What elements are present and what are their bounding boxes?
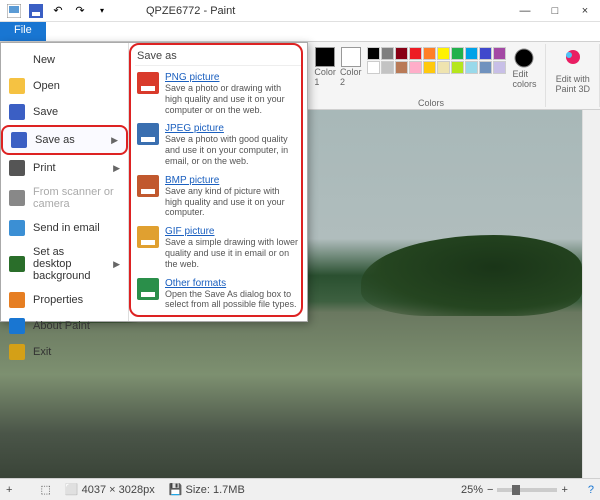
qat-dropdown-icon[interactable]: ▾	[92, 2, 112, 20]
saveas-png[interactable]: PNG pictureSave a photo or drawing with …	[135, 69, 301, 118]
palette-swatch[interactable]	[423, 47, 436, 60]
file-size: 💾 Size: 1.7MB	[169, 483, 245, 496]
saveas-jpeg[interactable]: JPEG pictureSave a photo with good quali…	[135, 120, 301, 169]
menu-item-set-as-desktop-background[interactable]: Set as desktop background▶	[1, 241, 128, 287]
maximize-button[interactable]: □	[540, 0, 570, 22]
menu-item-from-scanner-or-camera: From scanner or camera	[1, 181, 128, 215]
undo-icon[interactable]: ↶	[48, 2, 68, 20]
palette-swatch[interactable]	[493, 47, 506, 60]
colors-group-label: Colors	[418, 98, 444, 108]
zoom-slider[interactable]	[497, 488, 557, 492]
palette-swatch[interactable]	[381, 47, 394, 60]
redo-icon[interactable]: ↷	[70, 2, 90, 20]
saveas-gif[interactable]: GIF pictureSave a simple drawing with lo…	[135, 223, 301, 272]
saveas-header: Save as	[135, 47, 301, 66]
paint3d-button[interactable]: Edit with Paint 3D	[552, 44, 593, 97]
saveas-bmp[interactable]: BMP pictureSave any kind of picture with…	[135, 172, 301, 221]
palette-swatch[interactable]	[409, 47, 422, 60]
ribbon-tabs: File	[0, 22, 600, 42]
menu-item-properties[interactable]: Properties	[1, 287, 128, 313]
menu-item-about-paint[interactable]: About Paint	[1, 313, 128, 339]
file-menu-list: NewOpenSaveSave as▶Print▶From scanner or…	[1, 43, 129, 321]
palette-swatch[interactable]	[479, 61, 492, 74]
palette-swatch[interactable]	[465, 61, 478, 74]
selection-icon: ⬚	[40, 483, 50, 496]
status-bar: + ⬚ ⬜ 4037 × 3028px 💾 Size: 1.7MB 25% − …	[0, 478, 600, 500]
palette-swatch[interactable]	[409, 61, 422, 74]
quick-access-toolbar: ↶ ↷ ▾	[0, 2, 116, 20]
palette-swatch[interactable]	[423, 61, 436, 74]
menu-item-open[interactable]: Open	[1, 73, 128, 99]
palette-swatch[interactable]	[451, 47, 464, 60]
menu-item-send-in-email[interactable]: Send in email	[1, 215, 128, 241]
file-tab[interactable]: File	[0, 22, 46, 41]
color2-button[interactable]: Color 2	[340, 47, 362, 87]
menu-item-print[interactable]: Print▶	[1, 155, 128, 181]
paint3d-group: Edit with Paint 3D	[546, 44, 600, 107]
menu-item-save-as[interactable]: Save as▶	[1, 125, 128, 155]
image-dimensions: ⬜ 4037 × 3028px	[65, 483, 155, 496]
window-controls: — □ ×	[510, 0, 600, 22]
zoom-level: 25%	[461, 484, 483, 496]
file-menu: NewOpenSaveSave as▶Print▶From scanner or…	[0, 42, 308, 322]
minimize-button[interactable]: —	[510, 0, 540, 22]
palette-swatch[interactable]	[451, 61, 464, 74]
menu-item-exit[interactable]: Exit	[1, 339, 128, 365]
palette-swatch[interactable]	[395, 47, 408, 60]
color1-button[interactable]: Color 1	[314, 47, 336, 87]
save-icon[interactable]	[26, 2, 46, 20]
title-bar: ↶ ↷ ▾ QPZE6772 - Paint — □ ×	[0, 0, 600, 22]
menu-item-new[interactable]: New	[1, 47, 128, 73]
window-title: QPZE6772 - Paint	[146, 5, 235, 17]
palette-swatch[interactable]	[395, 61, 408, 74]
palette-swatch[interactable]	[493, 61, 506, 74]
color-palette[interactable]	[364, 44, 509, 77]
zoom-control[interactable]: 25% − +	[461, 484, 568, 496]
app-icon[interactable]	[4, 2, 24, 20]
palette-swatch[interactable]	[465, 47, 478, 60]
edit-colors-button[interactable]: Edit colors	[509, 44, 539, 92]
close-button[interactable]: ×	[570, 0, 600, 22]
zoom-out-button[interactable]: −	[487, 484, 493, 496]
saveas-other[interactable]: Other formatsOpen the Save As dialog box…	[135, 275, 301, 314]
zoom-in-button[interactable]: +	[561, 484, 567, 496]
palette-swatch[interactable]	[437, 61, 450, 74]
menu-item-save[interactable]: Save	[1, 99, 128, 125]
palette-swatch[interactable]	[479, 47, 492, 60]
palette-swatch[interactable]	[437, 47, 450, 60]
help-icon[interactable]: ?	[588, 484, 594, 496]
status-plus-icon[interactable]: +	[6, 484, 12, 496]
palette-swatch[interactable]	[381, 61, 394, 74]
vertical-scrollbar[interactable]	[582, 110, 600, 478]
palette-swatch[interactable]	[367, 47, 380, 60]
palette-swatch[interactable]	[367, 61, 380, 74]
saveas-submenu: Save as PNG pictureSave a photo or drawi…	[129, 43, 307, 319]
